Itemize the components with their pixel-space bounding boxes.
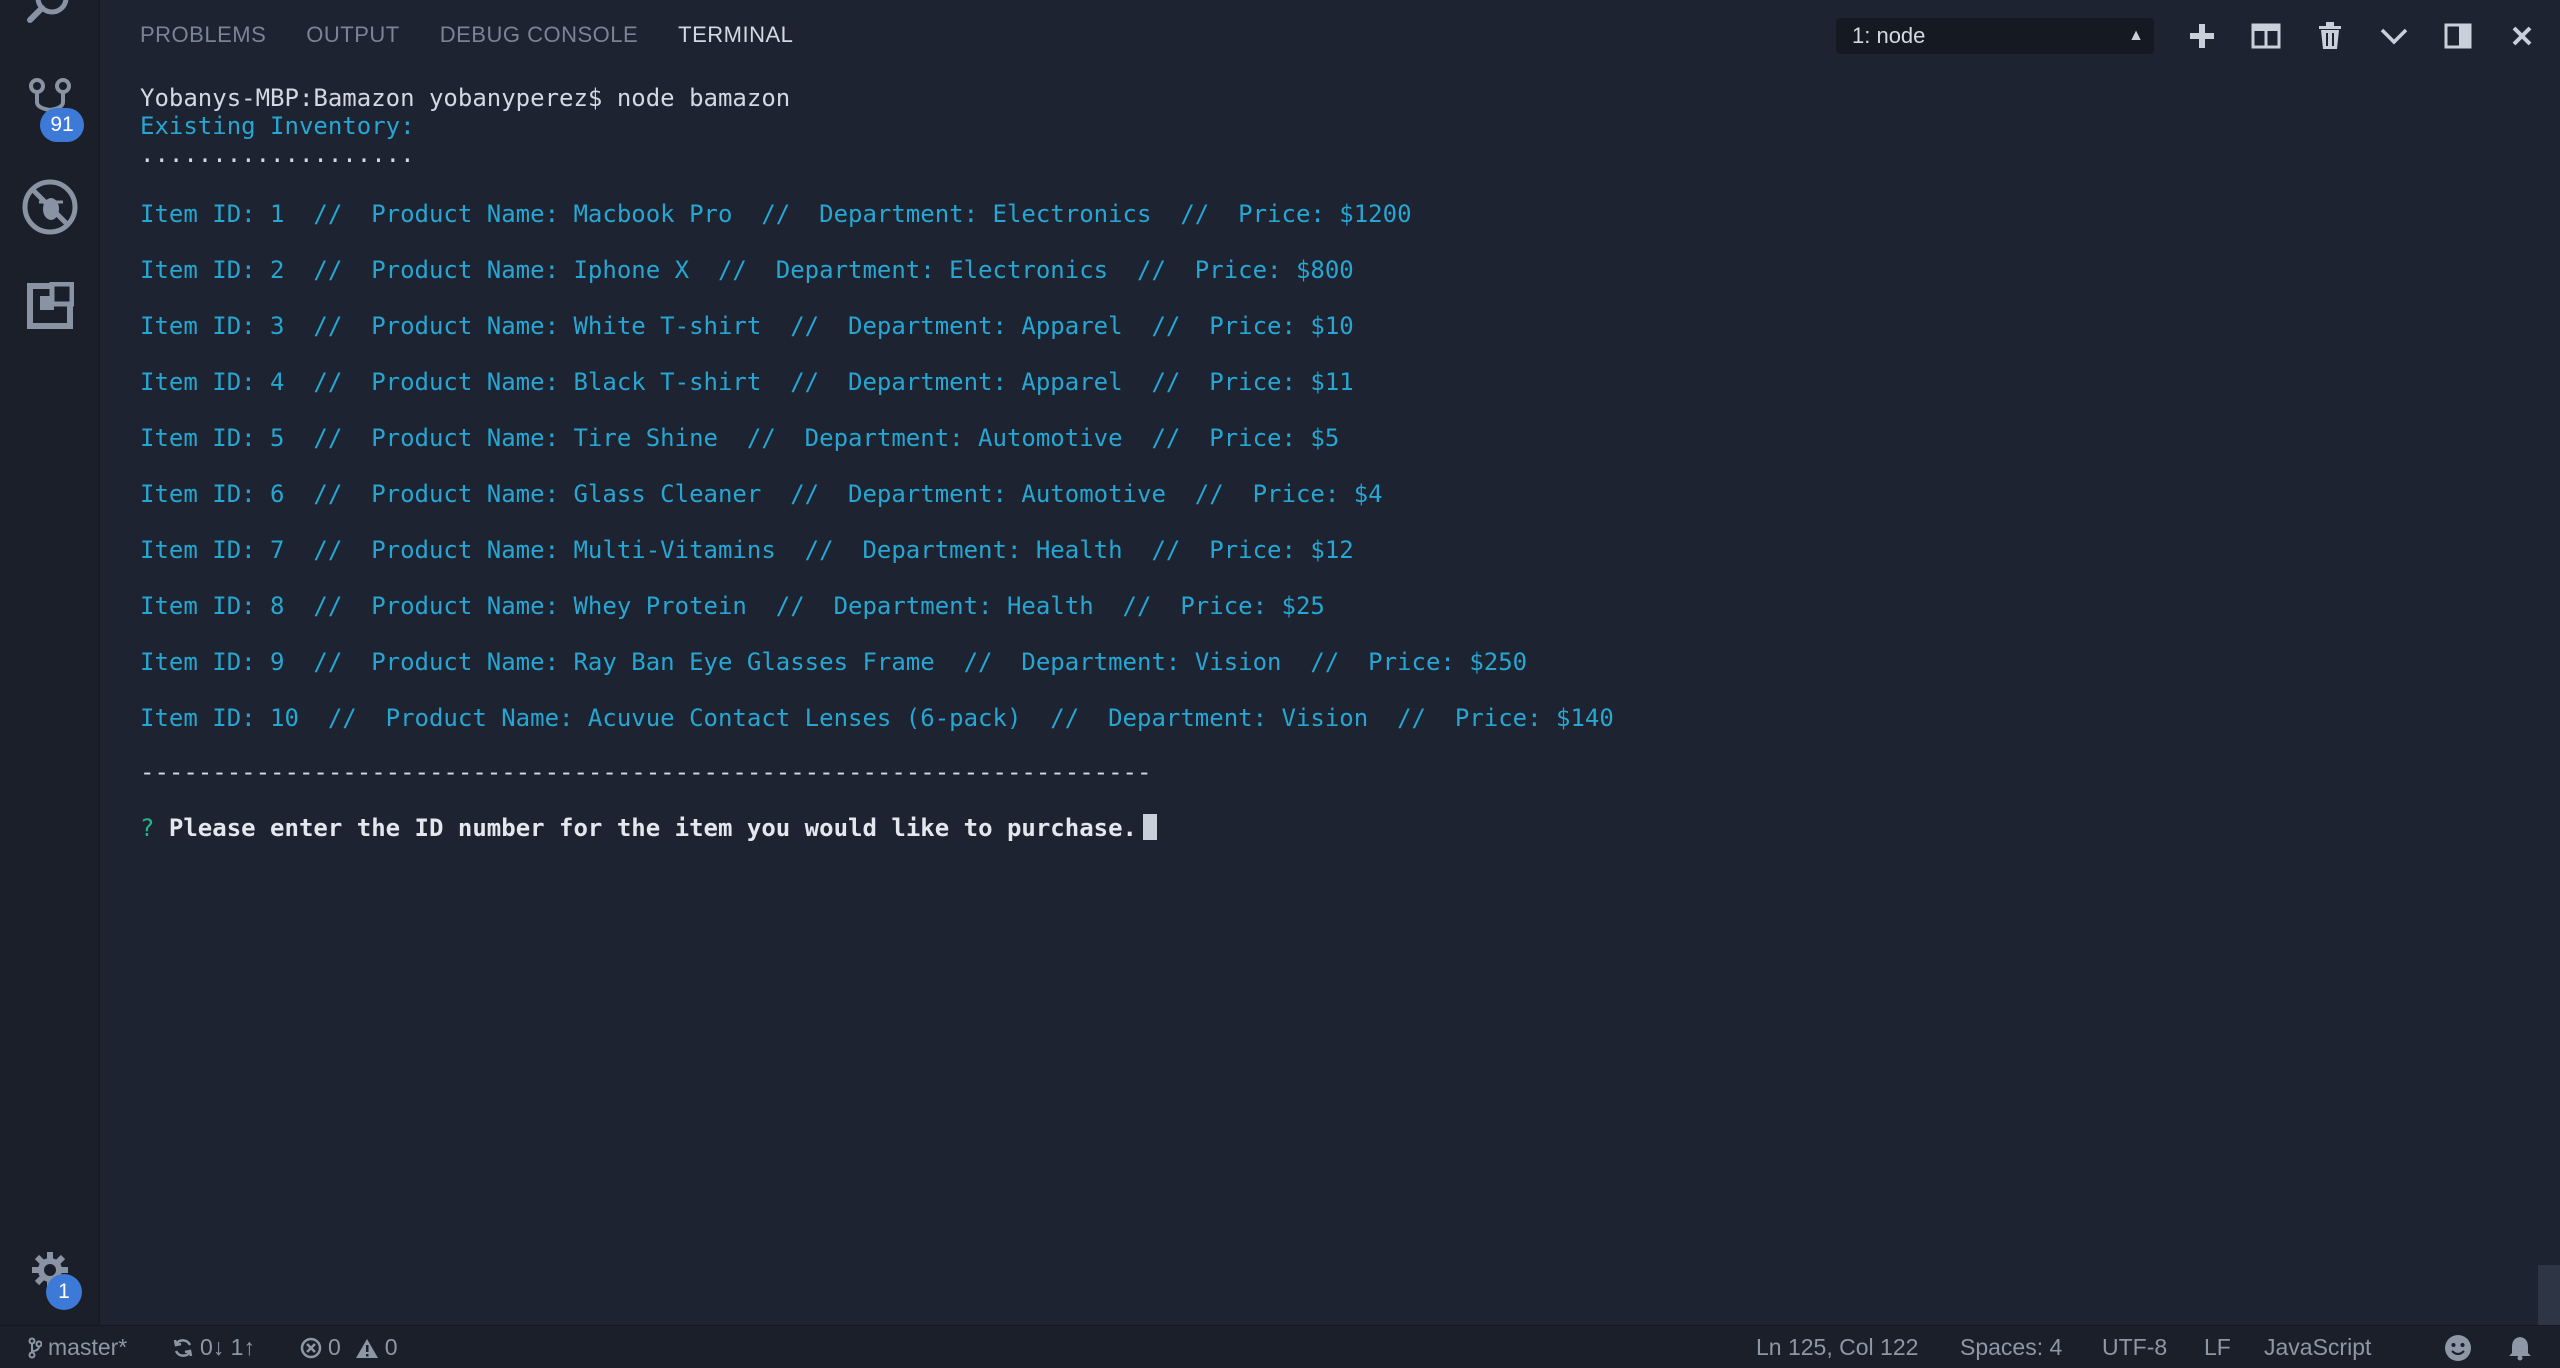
language-mode[interactable]: JavaScript <box>2264 1326 2371 1368</box>
purchase-prompt: ? Please enter the ID number for the ite… <box>140 814 1158 842</box>
tab-output[interactable]: OUTPUT <box>306 22 399 48</box>
warning-icon <box>355 1338 378 1358</box>
panel-layout-icon <box>2444 23 2472 49</box>
tab-problems[interactable]: PROBLEMS <box>140 22 266 48</box>
list-item: Item ID: 9 // Product Name: Ray Ban Eye … <box>140 648 1528 676</box>
kill-terminal-button[interactable] <box>2310 18 2350 54</box>
bell-icon <box>2509 1336 2531 1360</box>
list-item: Item ID: 1 // Product Name: Macbook Pro … <box>140 200 1412 228</box>
scrollbar-thumb[interactable] <box>2538 1265 2560 1325</box>
plus-icon <box>2190 24 2214 48</box>
list-item: Item ID: 2 // Product Name: Iphone X // … <box>140 256 1354 284</box>
list-item: Item ID: 6 // Product Name: Glass Cleane… <box>140 480 1383 508</box>
git-branch-icon <box>28 1337 42 1358</box>
problems-status[interactable]: 0 0 <box>300 1326 398 1368</box>
debug-icon[interactable] <box>0 178 100 236</box>
list-item: Item ID: 5 // Product Name: Tire Shine /… <box>140 424 1340 452</box>
cursor-position[interactable]: Ln 125, Col 122 <box>1756 1326 1918 1368</box>
extensions-icon[interactable] <box>0 282 100 330</box>
line-ending[interactable]: LF <box>2204 1326 2231 1368</box>
maximize-panel-button[interactable] <box>2374 18 2414 54</box>
close-icon <box>2512 26 2532 46</box>
split-terminal-button[interactable] <box>2246 18 2286 54</box>
search-icon[interactable] <box>0 0 100 36</box>
trash-icon <box>2319 22 2341 49</box>
branch-name: master* <box>48 1334 128 1360</box>
settings-badge: 1 <box>46 1274 82 1310</box>
new-terminal-button[interactable] <box>2182 18 2222 54</box>
list-item: Item ID: 4 // Product Name: Black T-shir… <box>140 368 1354 396</box>
vscode-window: 91 1 PROBLEMS OUTPUT DEBUG CONSOLE TERMI… <box>0 0 2560 1368</box>
sync-icon <box>173 1338 193 1357</box>
terminal-selector-value: 1: node <box>1852 23 1926 48</box>
panel-tabs: PROBLEMS OUTPUT DEBUG CONSOLE TERMINAL <box>140 22 793 48</box>
dots-line: ................... <box>140 140 415 168</box>
indentation[interactable]: Spaces: 4 <box>1960 1326 2062 1368</box>
inventory-heading: Existing Inventory: <box>140 112 415 140</box>
scm-badge: 91 <box>40 108 84 142</box>
select-arrows-icon: ▲ <box>2128 27 2144 44</box>
panel-header: PROBLEMS OUTPUT DEBUG CONSOLE TERMINAL 1… <box>100 0 2560 72</box>
prompt-text: Please enter the ID number for the item … <box>168 814 1138 842</box>
chevron-down-icon <box>2380 28 2408 45</box>
encoding[interactable]: UTF-8 <box>2102 1326 2167 1368</box>
smiley-icon <box>2445 1334 2471 1361</box>
status-bar: master* 0↓ 1↑ 0 0 Ln 125, Col 122 Spaces… <box>0 1325 2560 1368</box>
divider-line: ----------------------------------------… <box>140 758 1152 786</box>
list-item: Item ID: 10 // Product Name: Acuvue Cont… <box>140 704 1614 732</box>
list-item: Item ID: 3 // Product Name: White T-shir… <box>140 312 1354 340</box>
list-item: Item ID: 8 // Product Name: Whey Protein… <box>140 592 1325 620</box>
terminal-selector[interactable]: 1: node ▲ <box>1836 18 2154 54</box>
list-item: Item ID: 7 // Product Name: Multi-Vitami… <box>140 536 1354 564</box>
toggle-panel-position-button[interactable] <box>2438 18 2478 54</box>
activity-bar: 91 1 <box>0 0 100 1325</box>
sync-status[interactable]: 0↓ 1↑ <box>172 1326 255 1368</box>
terminal-output[interactable]: Yobanys-MBP:Bamazon yobanyperez$ node ba… <box>140 84 2530 1308</box>
split-icon <box>2251 23 2281 49</box>
error-count: 0 <box>328 1334 341 1360</box>
close-panel-button[interactable] <box>2502 18 2542 54</box>
branch-status[interactable]: master* <box>28 1326 127 1368</box>
tab-debug-console[interactable]: DEBUG CONSOLE <box>440 22 638 48</box>
feedback-button[interactable] <box>2444 1326 2472 1368</box>
tab-terminal[interactable]: TERMINAL <box>678 22 793 48</box>
terminal-cursor <box>1143 814 1158 840</box>
sync-counts: 0↓ 1↑ <box>200 1334 255 1360</box>
command-line: Yobanys-MBP:Bamazon yobanyperez$ node ba… <box>140 84 791 112</box>
error-icon <box>300 1337 322 1358</box>
prompt-marker: ? <box>140 814 155 842</box>
warning-count: 0 <box>384 1334 398 1360</box>
notifications-button[interactable] <box>2508 1326 2532 1368</box>
